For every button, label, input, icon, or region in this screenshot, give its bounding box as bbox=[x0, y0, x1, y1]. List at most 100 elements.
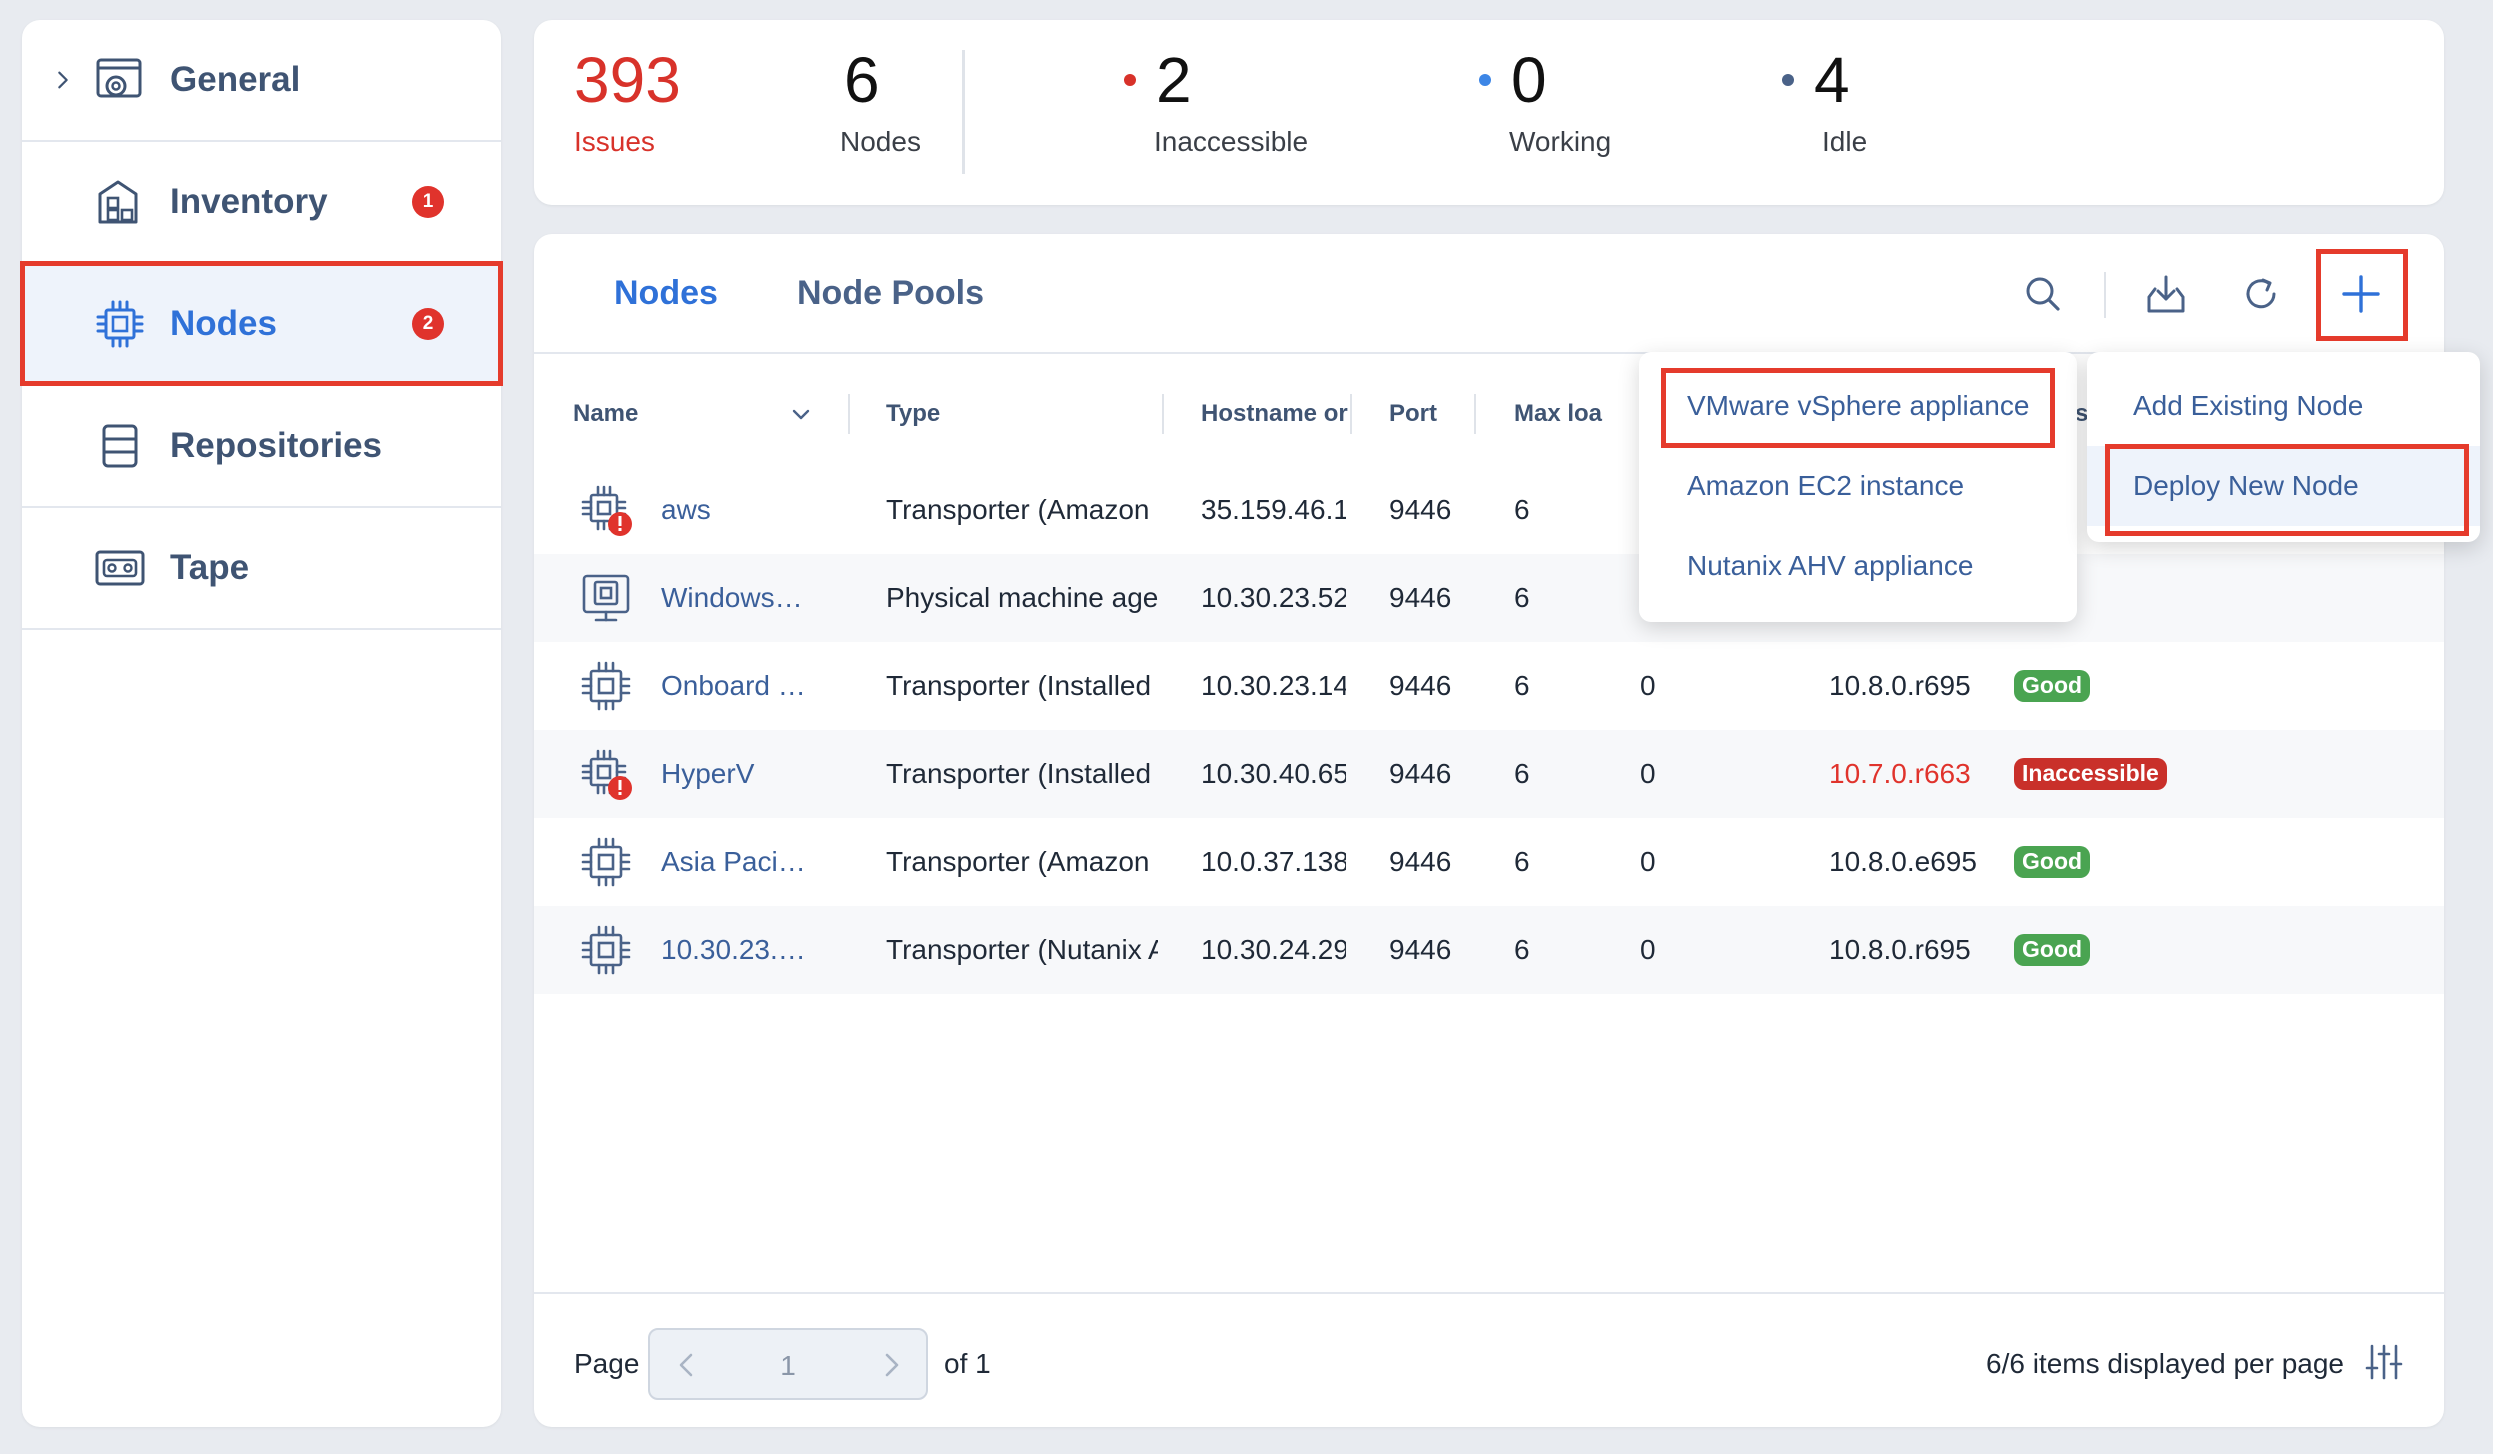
nodes-label: Nodes bbox=[840, 126, 921, 157]
column-separator bbox=[848, 394, 850, 434]
column-header-max-load[interactable]: Max loa bbox=[1514, 374, 1604, 454]
status-badge: Good bbox=[2014, 846, 2091, 878]
node-type: Transporter (Amazon E bbox=[886, 846, 1158, 877]
menu-item-deploy-new-node[interactable]: Deploy New Node bbox=[2087, 446, 2480, 526]
menu-item-amazon-ec2[interactable]: Amazon EC2 instance bbox=[1639, 446, 2077, 526]
sidebar-item-label: Repositories bbox=[170, 426, 382, 465]
sidebar-item-nodes[interactable]: Nodes 2 bbox=[22, 264, 501, 386]
page-label: Page bbox=[574, 1348, 640, 1379]
node-type: Transporter (Amazon E bbox=[886, 494, 1158, 525]
refresh-icon[interactable] bbox=[2238, 271, 2284, 317]
node-version: 10.7.0.r663 bbox=[1829, 758, 1971, 789]
status-badge: Inaccessible bbox=[2014, 758, 2167, 790]
node-type: Physical machine age bbox=[886, 582, 1158, 613]
status-dot-blue bbox=[1479, 74, 1491, 86]
inaccessible-count: 2 bbox=[1156, 44, 1192, 116]
node-port: 9446 bbox=[1389, 846, 1452, 877]
node-hostname: 35.159.46.1 bbox=[1201, 494, 1346, 525]
node-port: 9446 bbox=[1389, 758, 1452, 789]
node-name-link[interactable]: Asia Paci… bbox=[661, 818, 821, 906]
table-row[interactable]: Onboard … Transporter (Installed 10.30.2… bbox=[534, 642, 2444, 730]
issues-label: Issues bbox=[574, 126, 655, 157]
database-icon bbox=[102, 424, 138, 468]
column-header-name[interactable]: Name bbox=[573, 374, 753, 454]
node-chip-icon bbox=[578, 922, 634, 978]
menu-item-nutanix-ahv[interactable]: Nutanix AHV appliance bbox=[1639, 526, 2077, 606]
page-total: of 1 bbox=[944, 1348, 991, 1379]
node-hostname: 10.30.40.65 bbox=[1201, 758, 1346, 789]
sidebar-item-general[interactable]: General bbox=[22, 20, 501, 142]
buildings-icon bbox=[98, 180, 138, 224]
status-badge: Good bbox=[2014, 670, 2091, 702]
status-dot-gray bbox=[1782, 74, 1794, 86]
status-dot-red bbox=[1124, 74, 1136, 86]
nodes-table-body: aws Transporter (Amazon E 35.159.46.1 94… bbox=[534, 466, 2444, 994]
chevron-right-icon[interactable] bbox=[52, 69, 74, 91]
status-badge: Good bbox=[2014, 934, 2091, 966]
node-type: Transporter (Installed bbox=[886, 670, 1152, 701]
node-name-link[interactable]: Windows… bbox=[661, 554, 821, 642]
node-version: 10.8.0.r695 bbox=[1829, 934, 1971, 965]
node-max-load: 6 bbox=[1514, 582, 1530, 613]
sidebar-item-repositories[interactable]: Repositories bbox=[22, 386, 501, 508]
sidebar: General Inventory 1 Nodes 2 Repositories… bbox=[22, 20, 501, 1427]
node-hostname: 10.30.23.14 bbox=[1201, 670, 1346, 701]
node-current-load: 0 bbox=[1640, 934, 1656, 965]
page-selector[interactable]: 1 bbox=[648, 1328, 928, 1400]
tab-node-pools[interactable]: Node Pools bbox=[797, 274, 984, 313]
table-row[interactable]: Asia Paci… Transporter (Amazon E 10.0.37… bbox=[534, 818, 2444, 906]
node-port: 9446 bbox=[1389, 582, 1452, 613]
node-chip-icon bbox=[578, 834, 634, 890]
column-header-port[interactable]: Port bbox=[1389, 374, 1469, 454]
add-icon[interactable] bbox=[2338, 271, 2384, 317]
node-name-link[interactable]: 10.30.23.… bbox=[661, 906, 821, 994]
node-max-load: 6 bbox=[1514, 934, 1530, 965]
table-row[interactable]: Windows… Physical machine age 10.30.23.5… bbox=[534, 554, 2444, 642]
table-row[interactable]: 10.30.23.… Transporter (Nutanix A 10.30.… bbox=[534, 906, 2444, 994]
nodes-stat: 6 Nodes bbox=[840, 48, 921, 158]
summary-panel: 393 Issues 6 Nodes 2 Inaccessible 0 Work… bbox=[534, 20, 2444, 205]
search-icon[interactable] bbox=[2020, 271, 2066, 317]
node-max-load: 6 bbox=[1514, 758, 1530, 789]
node-chip-warning-icon bbox=[578, 746, 634, 802]
menu-item-vmware-vsphere[interactable]: VMware vSphere appliance bbox=[1639, 366, 2077, 446]
issues-stat[interactable]: 393 Issues bbox=[574, 48, 681, 158]
physical-machine-icon bbox=[578, 570, 634, 626]
export-icon[interactable] bbox=[2143, 271, 2189, 317]
column-separator bbox=[1162, 394, 1164, 434]
chevron-down-icon[interactable] bbox=[789, 402, 813, 426]
sidebar-item-tape[interactable]: Tape bbox=[22, 508, 501, 630]
column-header-hostname[interactable]: Hostname or bbox=[1201, 374, 1351, 454]
node-chip-warning-icon bbox=[578, 482, 634, 538]
node-port: 9446 bbox=[1389, 670, 1452, 701]
sidebar-item-label: General bbox=[170, 60, 301, 99]
inaccessible-label: Inaccessible bbox=[1154, 126, 1309, 157]
node-max-load: 6 bbox=[1514, 494, 1530, 525]
sidebar-item-inventory[interactable]: Inventory 1 bbox=[22, 142, 501, 264]
issues-count: 393 bbox=[574, 44, 681, 116]
idle-stat[interactable]: 4 Idle bbox=[1782, 48, 1867, 158]
node-name-link[interactable]: Onboard … bbox=[661, 642, 821, 730]
deploy-type-menu: VMware vSphere appliance Amazon EC2 inst… bbox=[1639, 352, 2077, 622]
node-max-load: 6 bbox=[1514, 670, 1530, 701]
node-name-link[interactable]: HyperV bbox=[661, 730, 821, 818]
issue-count-badge: 1 bbox=[412, 186, 444, 218]
tab-nodes[interactable]: Nodes bbox=[614, 274, 718, 313]
inaccessible-stat[interactable]: 2 Inaccessible bbox=[1124, 48, 1308, 158]
tab-bar: Nodes Node Pools bbox=[534, 234, 2444, 354]
sliders-icon[interactable] bbox=[2364, 1342, 2404, 1382]
table-row[interactable]: HyperV Transporter (Installed 10.30.40.6… bbox=[534, 730, 2444, 818]
menu-item-add-existing-node[interactable]: Add Existing Node bbox=[2087, 366, 2480, 446]
column-header-type[interactable]: Type bbox=[886, 374, 1086, 454]
add-node-menu: Add Existing Node Deploy New Node bbox=[2087, 352, 2480, 542]
chevron-right-icon[interactable] bbox=[876, 1350, 906, 1380]
working-stat[interactable]: 0 Working bbox=[1479, 48, 1611, 158]
pagination-bar: Page 1 of 1 6/6 items displayed per page bbox=[534, 1292, 2444, 1427]
nodes-count: 6 bbox=[844, 44, 880, 116]
idle-label: Idle bbox=[1822, 126, 1868, 157]
tape-icon bbox=[95, 550, 145, 586]
node-chip-icon bbox=[578, 658, 634, 714]
node-type: Transporter (Installed bbox=[886, 758, 1152, 789]
node-name-link[interactable]: aws bbox=[661, 466, 821, 554]
node-version: 10.8.0.r695 bbox=[1829, 670, 1971, 701]
